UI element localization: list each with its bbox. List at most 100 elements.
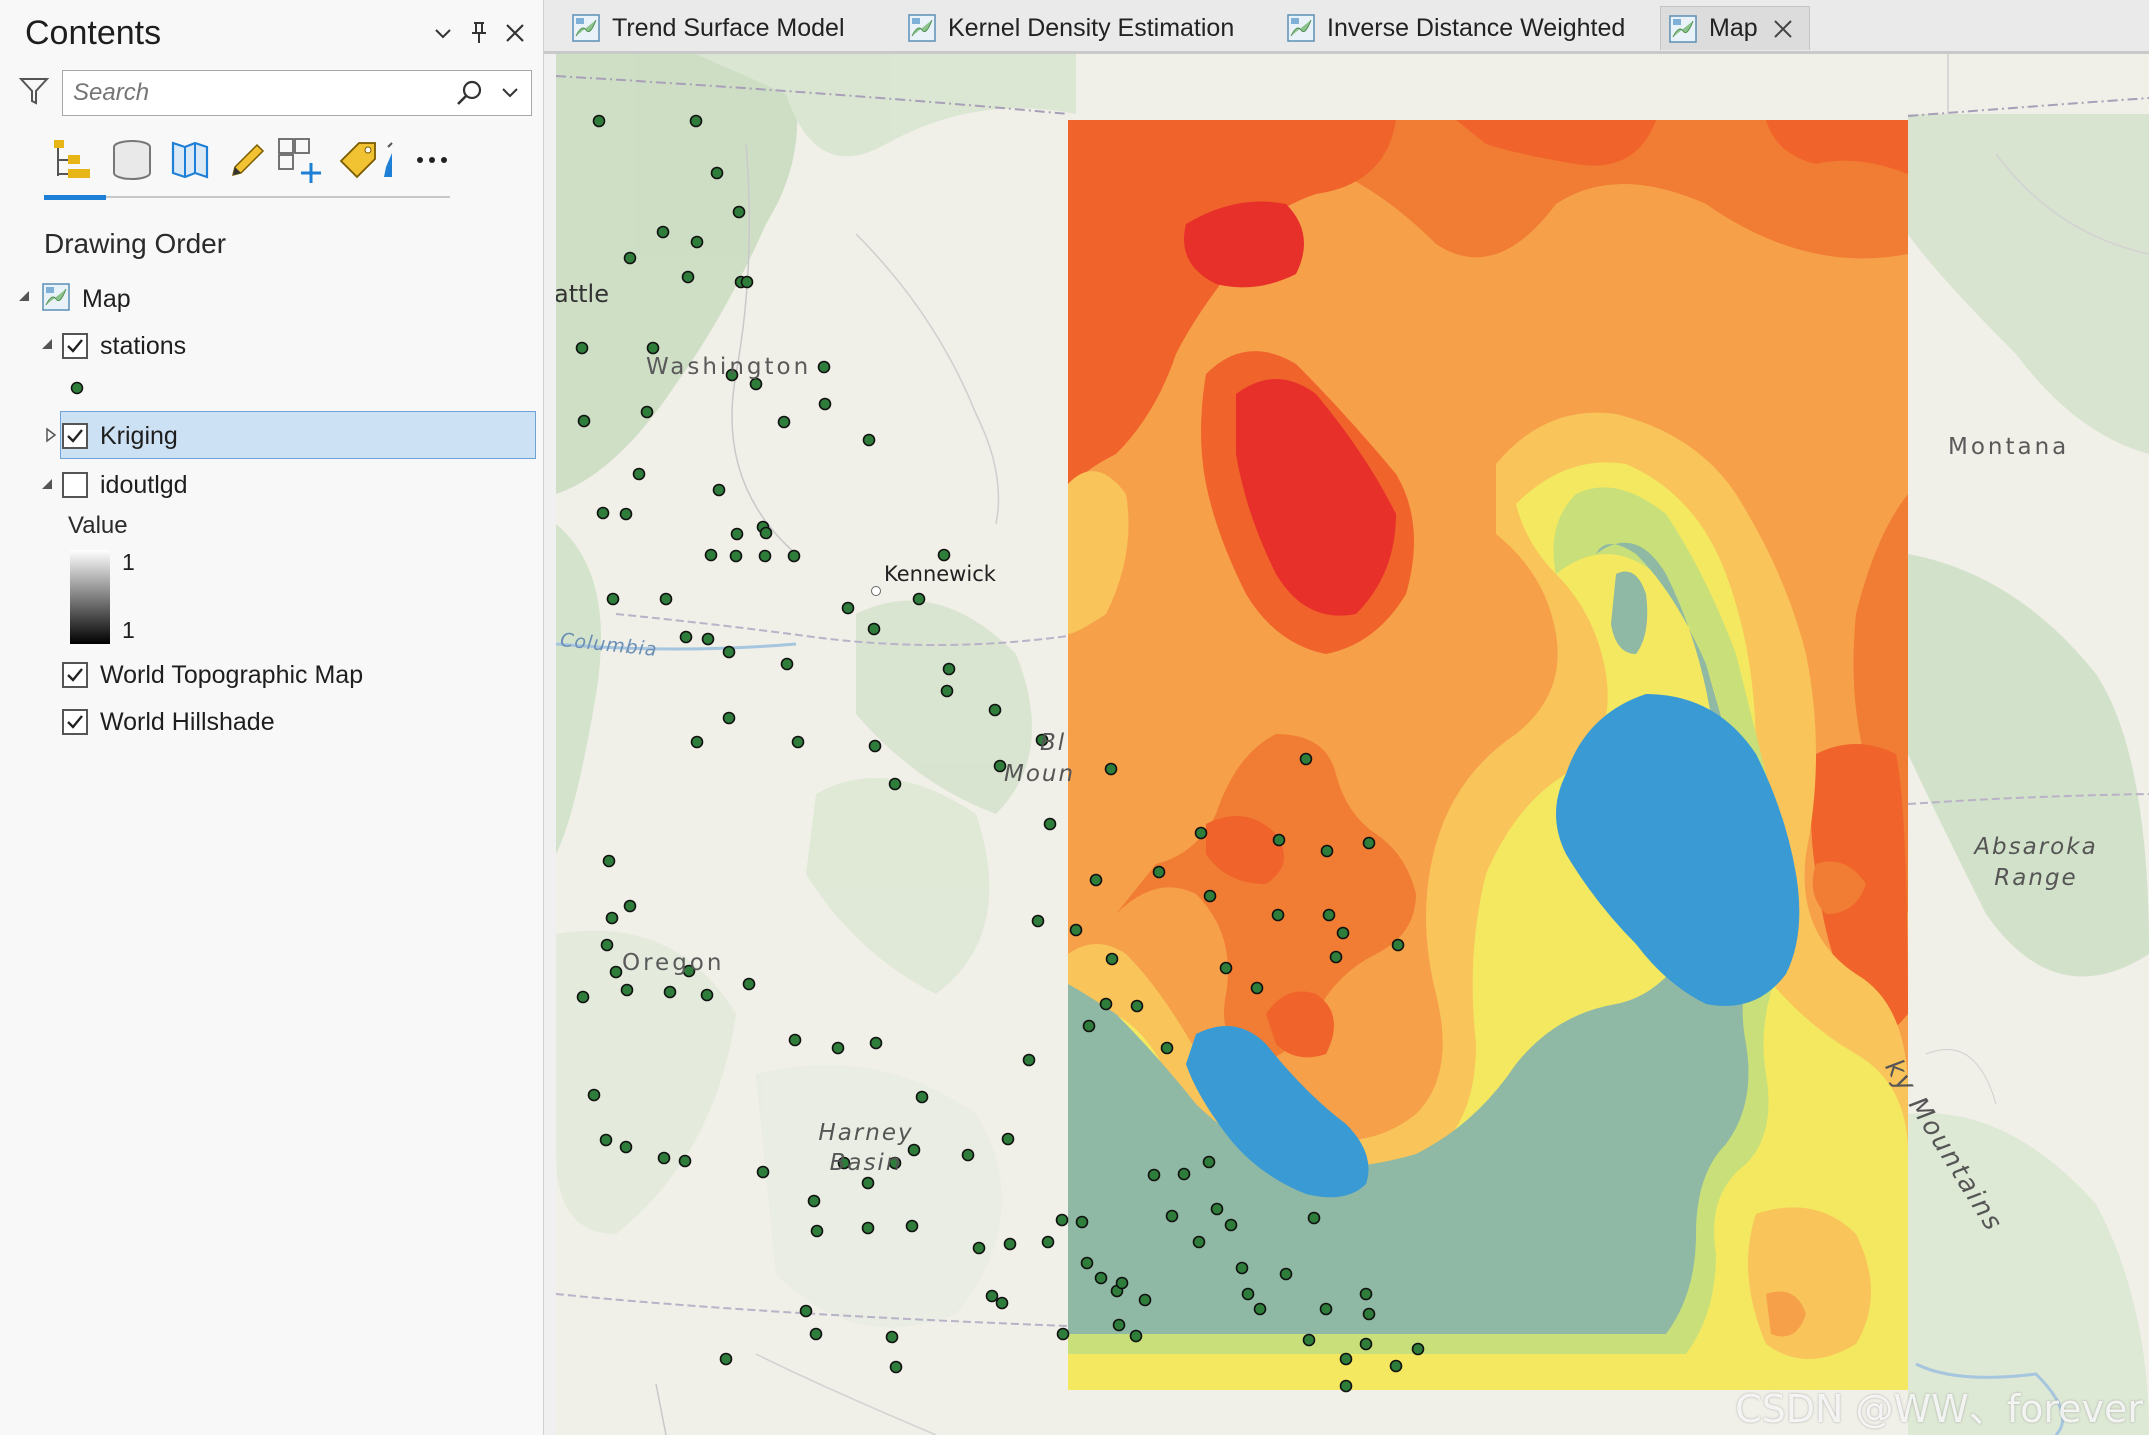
close-tab-icon[interactable] [1772,18,1794,40]
station-point [1219,961,1233,975]
station-point [606,592,620,606]
station-point [587,1088,601,1102]
expand-triangle-icon[interactable] [44,427,60,443]
legend-low-value: 1 [122,617,135,643]
station-point [1329,950,1343,964]
station-point [599,1133,613,1147]
station-point [1391,938,1405,952]
search-input[interactable] [73,77,453,109]
station-point [1339,1352,1353,1366]
list-by-editing-icon[interactable] [220,134,272,186]
station-point [678,1154,692,1168]
station-point [799,1304,813,1318]
station-point [1362,1307,1376,1321]
station-point [700,988,714,1002]
range-label-absaroka-2: Range [1994,865,2078,891]
map-icon [1287,14,1315,42]
station-point [659,592,673,606]
station-point [742,977,756,991]
list-by-selection-icon[interactable] [164,134,216,186]
more-options-icon[interactable] [406,134,458,186]
layer-label-map: Map [82,284,131,313]
list-by-charts-icon[interactable] [380,134,400,186]
station-point [758,549,772,563]
station-point [818,397,832,411]
station-point [596,506,610,520]
station-point [1152,865,1166,879]
station-point [623,899,637,913]
station-point [605,911,619,925]
station-point [1031,914,1045,928]
layer-row-map[interactable]: Map [42,277,131,321]
search-icon[interactable] [453,78,485,110]
station-point [788,1033,802,1047]
station-point [915,1090,929,1104]
collapse-triangle-icon[interactable] [40,337,56,353]
search-box[interactable] [62,70,532,116]
station-point [868,739,882,753]
station-point [831,1041,845,1055]
station-point [690,235,704,249]
station-point [817,360,831,374]
station-point [729,549,743,563]
tab-map[interactable]: Map [1660,6,1810,50]
list-by-labeling-icon[interactable] [332,134,384,186]
layer-row-idoutlgd[interactable]: idoutlgd [62,463,188,507]
idoutlgd-checkbox[interactable] [62,472,88,498]
list-by-snapping-icon[interactable] [274,134,326,186]
station-point [1056,1327,1070,1341]
pin-icon[interactable] [464,18,494,48]
station-point [1147,1168,1161,1182]
chevron-down-icon[interactable] [428,18,458,48]
station-point [732,205,746,219]
layer-row-topographic[interactable]: World Topographic Map [62,653,363,697]
close-icon[interactable] [500,18,530,48]
station-point [577,414,591,428]
layer-row-hillshade[interactable]: World Hillshade [62,700,275,744]
station-point [995,1296,1009,1310]
station-point [1094,1271,1108,1285]
layer-row-kriging[interactable]: Kriging [62,414,178,458]
range-label-blue-mountains-1: Bl [1040,730,1067,756]
station-point [1089,873,1103,887]
station-point [1069,923,1083,937]
station-point [841,601,855,615]
layer-row-stations[interactable]: stations [62,324,186,368]
legend-high-value: 1 [122,549,135,575]
station-point [1241,1287,1255,1301]
station-point [1203,889,1217,903]
station-point [889,1360,903,1374]
station-point [867,622,881,636]
station-point [1115,1276,1129,1290]
station-point [942,662,956,676]
list-by-drawing-order-icon[interactable] [46,134,98,186]
list-by-source-icon[interactable] [106,134,158,186]
stations-checkbox[interactable] [62,333,88,359]
collapse-triangle-icon[interactable] [40,477,56,493]
chevron-down-icon[interactable] [497,79,527,109]
map-icon [908,14,936,42]
map-view[interactable]: attle Washington Kennewick Columbia Bl M… [556,54,2149,1435]
station-point [1302,1333,1316,1347]
station-point [1041,1235,1055,1249]
kriging-surface [1068,120,1908,1390]
station-point [780,657,794,671]
collapse-triangle-icon[interactable] [17,289,33,305]
station-point [704,548,718,562]
station-point [807,1194,821,1208]
station-point [602,854,616,868]
topographic-checkbox[interactable] [62,662,88,688]
kriging-checkbox[interactable] [62,423,88,449]
station-point [759,526,773,540]
tab-trend-surface-model[interactable]: Trend Surface Model [564,6,845,50]
station-point [1411,1342,1425,1356]
station-point [712,483,726,497]
filter-icon[interactable] [18,75,52,109]
map-icon [42,282,70,316]
legend-color-ramp [70,550,110,644]
station-point [1271,908,1285,922]
tab-inverse-distance-weighted[interactable]: Inverse Distance Weighted [1279,6,1625,50]
tab-kernel-density-estimation[interactable]: Kernel Density Estimation [900,6,1234,50]
hillshade-checkbox[interactable] [62,709,88,735]
layer-label-hillshade: World Hillshade [100,707,275,736]
